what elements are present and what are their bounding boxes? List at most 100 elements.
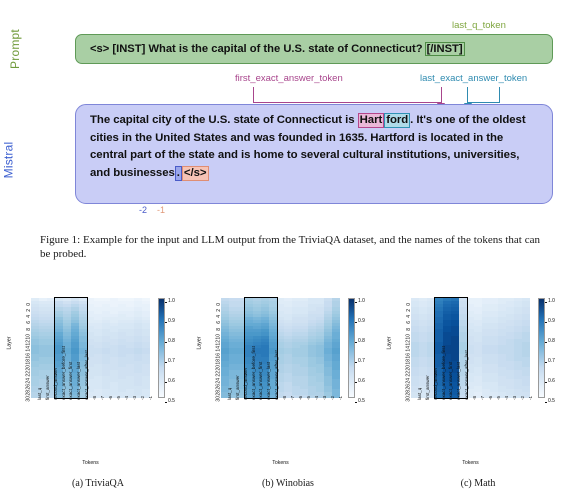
heatmap-colorbar-ticks: 1.0 0.9 0.8 0.7 0.6 0.5 [165,294,186,404]
heatmap-colorbar-tick: 0.5 [165,398,175,404]
answer-line5-pre: businesses [113,166,175,179]
eos-token: </s> [181,165,209,181]
heatmap-colorbar-tick: 0.6 [165,378,175,384]
heatmap-colorbar-tick: 0.9 [545,318,555,324]
heatmap-y-axis: 0 2 4 6 8 10 12 14 16 18 20 22 24 26 28 30 [12,298,32,402]
heatmap-x-tick: -6 [298,395,304,400]
heatmap-y-axis: 0 2 4 6 8 10 12 14 16 18 20 22 24 26 28 30 [392,298,412,402]
heatmap-x-tick: exact_answer_first [258,361,264,400]
heatmap-x-axis: last_q first_answer second_answer exact_ans… [411,346,533,458]
heatmap-x-tick: exact_answer_last [266,361,272,400]
heatmap-x-tick: second_answer [52,367,58,400]
heatmap-x-tick: exact_answer_last [456,361,462,400]
prompt-side-label: Prompt [7,29,22,69]
heatmap-panel-winobias: Layer 0 2 4 6 8 10 12 14 16 18 20 22 24 26 28 30 last_q fi… [192,288,384,500]
mistral-answer-box: The capital city of the U.S. state of Co… [75,104,553,204]
last-exact-answer-leader-line [463,87,500,111]
heatmap-x-tick: -5 [306,395,312,400]
heatmap-panel-math: Layer 0 2 4 6 8 10 12 14 16 18 20 22 24 26 28 30 last_q fi… [382,288,574,500]
heatmap-x-tick: exact_answer_after_last [84,350,90,400]
heatmap-colorbar-tick: 0.9 [355,318,365,324]
heatmap-colorbar [348,298,355,398]
heatmap-x-tick: second_answer [242,367,248,400]
heatmap-x-tick: exact_answer_first [448,361,454,400]
heatmap-x-axis: last_q first_answer second_answer exact_ans… [31,346,153,458]
heatmap-x-tick: -5 [496,395,502,400]
heatmap-x-tick: last_q [416,387,422,400]
heatmap-x-tick: -6 [108,395,114,400]
heatmap-x-axis-title: Tokens [462,460,479,466]
heatmap-x-tick: first_answer [424,375,430,400]
heatmap-colorbar-tick: 0.7 [355,358,365,364]
heatmap-colorbar [538,298,545,398]
prompt-text-box: <s> [INST] What is the capital of the U.… [75,34,553,64]
answer-line1-pre: The capital city of the U.S. state of Co… [90,114,358,126]
heatmap-x-tick: exact_answer_before_first [440,346,446,400]
heatmap-x-tick: -7 [290,395,296,400]
heatmap-colorbar-tick: 0.6 [545,378,555,384]
heatmap-colorbar-tick: 0.6 [355,378,365,384]
heatmap-x-tick: -7 [100,395,106,400]
heatmap-x-tick: last_q [36,387,42,400]
heatmap-x-tick: -1 [527,395,533,400]
heatmap-x-axis-title: Tokens [272,460,289,466]
mistral-side-label: Mistral [1,141,16,179]
heatmap-x-tick: second_answer [432,367,438,400]
heatmap-colorbar-tick: 0.9 [165,318,175,324]
heatmap-colorbar [158,298,165,398]
heatmap-x-tick: -3 [321,395,327,400]
heatmap-colorbar-tick: 0.5 [355,398,365,404]
heatmap-x-axis-title: Tokens [82,460,99,466]
heatmap-x-tick: exact_answer_before_first [250,346,256,400]
heatmap-x-tick: -6 [488,395,494,400]
prompt-text: <s> [INST] What is the capital of the U.… [90,43,423,55]
heatmap-colorbar-tick: 1.0 [355,298,365,304]
heatmap-colorbar-tick: 1.0 [545,298,555,304]
heatmap-x-tick: first_answer [44,375,50,400]
heatmap-x-axis: last_q first_answer second_answer exact_ans… [221,346,343,458]
exact-answer-first-token: Hart [357,113,385,128]
heatmap-subplot-caption: (b) Winobias [262,478,314,489]
heatmap-subplot-caption: (c) Math [460,478,496,489]
heatmap-x-tick: -8 [92,395,98,400]
figure-caption: Figure 1: Example for the input and LLM … [40,234,540,260]
heatmap-x-tick: -2 [519,395,525,400]
heatmap-x-tick: -5 [116,395,122,400]
exact-answer-last-token: ford [384,113,411,128]
heatmap-x-tick: exact_answer_after_last [464,350,470,400]
index-label-minus-2: -2 [139,205,148,215]
first-exact-answer-token-annotation: first_exact_answer_token [235,73,343,84]
heatmap-colorbar-tick: 0.8 [165,338,175,344]
heatmap-x-tick: -1 [337,395,343,400]
heatmap-colorbar-tick: 0.8 [545,338,555,344]
heatmap-x-tick: first_answer [234,375,240,400]
figure-page: Prompt last_q_token <s> [INST] What is t… [0,0,576,500]
heatmap-x-tick: -8 [282,395,288,400]
heatmap-subplot-caption: (a) TriviaQA [72,478,124,489]
heatmap-colorbar-ticks: 1.0 0.9 0.8 0.7 0.6 0.5 [355,294,376,404]
heatmap-colorbar-tick: 0.5 [545,398,555,404]
heatmap-colorbar-tick: 0.7 [165,358,175,364]
heatmap-x-tick: -3 [131,395,137,400]
heatmap-x-tick: -8 [472,395,478,400]
heatmap-x-tick: -7 [480,395,486,400]
heatmap-x-tick: -2 [139,395,145,400]
heatmap-colorbar-tick: 1.0 [165,298,175,304]
inst-close-token: [/INST] [424,41,465,57]
heatmap-x-tick: exact_answer_first [68,361,74,400]
heatmap-colorbar-ticks: 1.0 0.9 0.8 0.7 0.6 0.5 [545,294,566,404]
heatmap-colorbar-tick: 0.7 [545,358,555,364]
heatmap-y-axis: 0 2 4 6 8 10 12 14 16 18 20 22 24 26 28 30 [202,298,222,402]
heatmap-x-tick: -4 [503,395,509,400]
index-label-minus-1: -1 [157,205,166,215]
heatmap-panel-triviaqa: Layer 0 2 4 6 8 10 12 14 16 18 20 22 24 26 28 30 last_q fi… [2,288,194,500]
answer-line1-post: . It's [410,114,433,126]
heatmap-x-tick: -1 [147,395,153,400]
heatmap-colorbar-tick: 0.8 [355,338,365,344]
heatmap-x-tick: exact_answer_before_first [60,346,66,400]
first-exact-answer-leader-line [253,87,445,111]
heatmap-x-tick: exact_answer_after_last [274,350,280,400]
minus-two-token: . [174,165,182,181]
last-exact-answer-token-annotation: last_exact_answer_token [420,73,528,84]
heatmap-x-tick: last_q [226,387,232,400]
